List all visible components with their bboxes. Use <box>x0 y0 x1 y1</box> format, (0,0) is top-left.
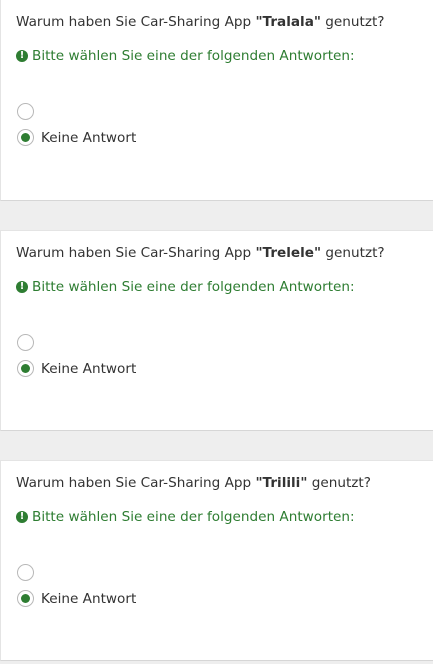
radio-label-keine-antwort[interactable]: Keine Antwort <box>41 130 136 146</box>
question-suffix: genutzt? <box>320 14 385 30</box>
exclamation-circle-icon: ! <box>16 281 28 293</box>
exclamation-circle-icon: ! <box>16 511 28 523</box>
radio-keine-antwort[interactable] <box>17 360 34 377</box>
question-suffix: genutzt? <box>307 475 371 491</box>
radio-empty-option[interactable] <box>17 334 34 351</box>
question-prefix: Warum haben Sie Car-Sharing App <box>16 245 256 261</box>
question-tip: ! Bitte wählen Sie eine der folgenden An… <box>16 279 355 295</box>
question-card-trilili: Warum haben Sie Car-Sharing App "Trilili… <box>0 460 433 661</box>
tip-text: Bitte wählen Sie eine der folgenden Antw… <box>32 279 355 295</box>
question-tip: ! Bitte wählen Sie eine der folgenden An… <box>16 509 355 525</box>
question-title: Warum haben Sie Car-Sharing App "Tralala… <box>16 14 385 30</box>
question-card-trelele: Warum haben Sie Car-Sharing App "Trelele… <box>0 230 433 431</box>
radio-keine-antwort[interactable] <box>17 590 34 607</box>
tip-text: Bitte wählen Sie eine der folgenden Antw… <box>32 48 355 64</box>
question-prefix: Warum haben Sie Car-Sharing App <box>16 475 256 491</box>
radio-label-keine-antwort[interactable]: Keine Antwort <box>41 361 136 377</box>
tip-text: Bitte wählen Sie eine der folgenden Antw… <box>32 509 355 525</box>
radio-keine-antwort[interactable] <box>17 129 34 146</box>
question-title: Warum haben Sie Car-Sharing App "Trilili… <box>16 475 371 491</box>
app-name: "Tralala" <box>255 14 321 30</box>
exclamation-circle-icon: ! <box>16 50 28 62</box>
question-title: Warum haben Sie Car-Sharing App "Trelele… <box>16 245 385 261</box>
question-prefix: Warum haben Sie Car-Sharing App <box>16 14 256 30</box>
radio-empty-option[interactable] <box>17 564 34 581</box>
question-card-tralala: Warum haben Sie Car-Sharing App "Tralala… <box>0 0 433 201</box>
app-name: "Trelele" <box>255 245 322 261</box>
radio-empty-option[interactable] <box>17 103 34 120</box>
question-tip: ! Bitte wählen Sie eine der folgenden An… <box>16 48 355 64</box>
radio-label-keine-antwort[interactable]: Keine Antwort <box>41 591 136 607</box>
question-suffix: genutzt? <box>321 245 385 261</box>
app-name: "Trilili" <box>255 475 308 491</box>
